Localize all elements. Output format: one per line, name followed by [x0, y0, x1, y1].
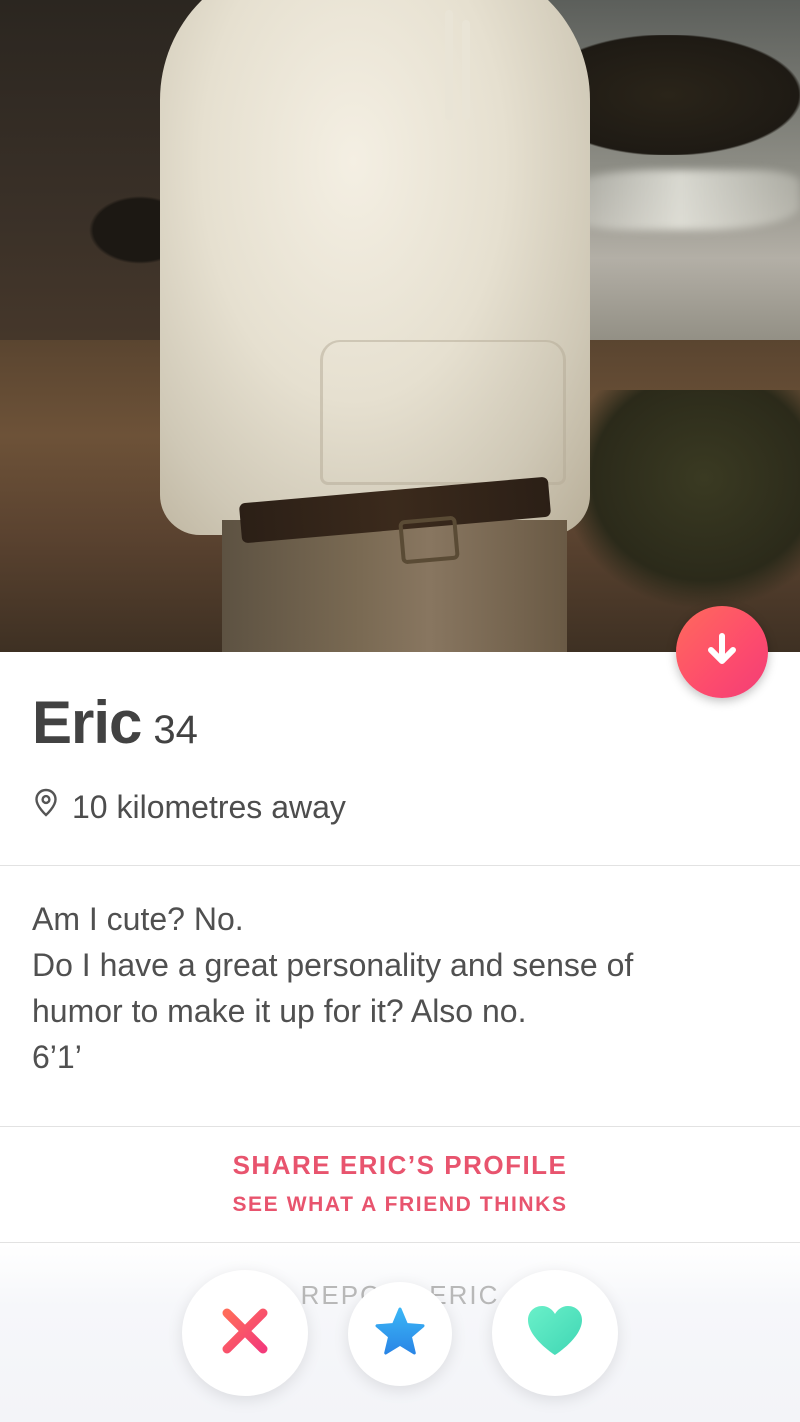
photo-rock [580, 35, 800, 155]
profile-photo[interactable] [0, 0, 800, 652]
photo-pocket [320, 340, 566, 485]
star-icon [373, 1306, 427, 1363]
profile-name: Eric [32, 689, 142, 756]
bio-line: 6’1’ [32, 1039, 82, 1075]
collapse-profile-button[interactable] [676, 606, 768, 698]
photo-drawstring [462, 20, 470, 120]
location-pin-icon [34, 788, 72, 826]
bio-line: Do I have a great personality and sense … [32, 947, 634, 983]
divider [0, 865, 800, 866]
profile-header: Eric 34 [32, 688, 198, 757]
heart-icon [524, 1303, 586, 1364]
divider [0, 1242, 800, 1243]
share-profile-button[interactable]: SHARE ERIC’S PROFILE SEE WHAT A FRIEND T… [0, 1150, 800, 1217]
bio-line: humor to make it up for it? Also no. [32, 993, 527, 1029]
divider [0, 1126, 800, 1127]
super-like-button[interactable] [348, 1282, 452, 1386]
photo-wave [560, 170, 800, 230]
photo-drawstring [445, 10, 453, 120]
arrow-down-icon [702, 630, 742, 675]
photo-shrub [560, 390, 800, 610]
distance-text: 10 kilometres away [72, 788, 346, 825]
like-button[interactable] [492, 1270, 618, 1396]
profile-distance: 10 kilometres away [34, 788, 346, 826]
nope-button[interactable] [182, 1270, 308, 1396]
share-profile-title: SHARE ERIC’S PROFILE [232, 1150, 568, 1180]
profile-bio: Am I cute? No. Do I have a great persona… [32, 896, 772, 1080]
x-icon [217, 1303, 273, 1364]
share-profile-subtitle: SEE WHAT A FRIEND THINKS [232, 1193, 568, 1216]
photo-buckle [398, 515, 460, 565]
profile-age: 34 [153, 708, 198, 752]
bio-line: Am I cute? No. [32, 901, 244, 937]
